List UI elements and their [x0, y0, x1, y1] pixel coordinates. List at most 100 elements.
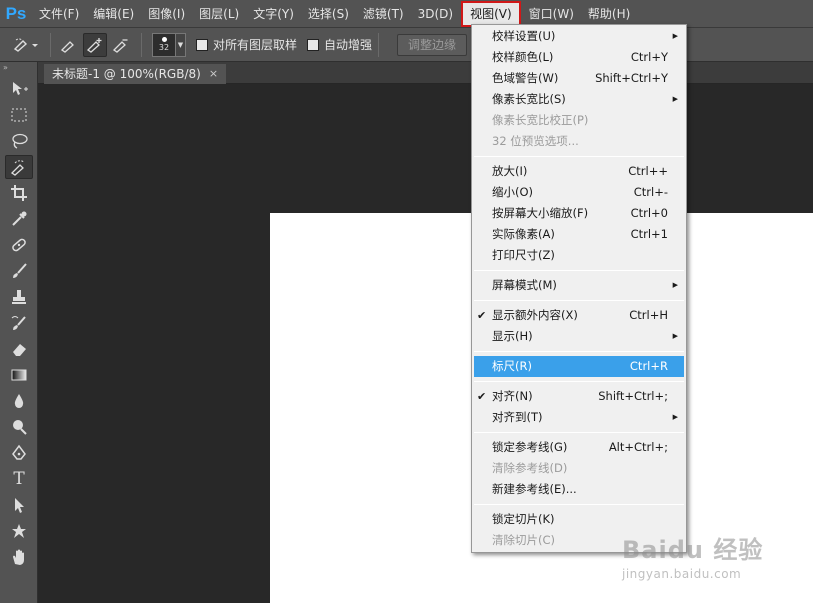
shape-tool[interactable]	[0, 518, 38, 544]
marquee-icon	[11, 108, 27, 122]
menu-item-label: 像素长宽比(S)	[492, 92, 566, 106]
menu-item-label: 对齐(N)	[492, 389, 533, 403]
menu-item-shortcut: Ctrl+R	[629, 359, 668, 373]
menu-item-label: 锁定参考线(G)	[492, 440, 568, 454]
panel-collapse-icon[interactable]: »	[0, 62, 37, 76]
menu-item-label: 校样设置(U)	[492, 29, 556, 43]
sample-all-layers-checkbox[interactable]: 对所有图层取样	[196, 36, 297, 53]
photoshop-logo: Ps	[5, 3, 27, 23]
pen-tool[interactable]	[0, 440, 38, 466]
marquee-tool[interactable]	[0, 102, 38, 128]
refine-edge-button[interactable]: 调整边缘	[397, 33, 468, 56]
crop-tool[interactable]	[0, 180, 38, 206]
view-menu-item[interactable]: 放大(I) Ctrl++	[472, 161, 686, 182]
view-menu-item[interactable]: 显示(H) ▶	[472, 326, 686, 347]
view-menu-item[interactable]: 像素长宽比(S) ▶	[472, 89, 686, 110]
menu-item[interactable]: 编辑(E)	[86, 3, 141, 25]
tool-preset-picker[interactable]	[8, 32, 44, 58]
menu-bar: Ps 文件(F) 编辑(E) 图像(I) 图层(L) 文字(Y) 选择(S) 滤镜(T) 3D…	[0, 0, 813, 28]
dodge-tool[interactable]	[0, 414, 38, 440]
menu-item-label: 按屏幕大小缩放(F)	[492, 206, 589, 220]
eraser-tool[interactable]	[0, 336, 38, 362]
menu-item-label: 实际像素(A)	[492, 227, 555, 241]
view-menu-item[interactable]: 色域警告(W) Shift+Ctrl+Y	[472, 68, 686, 89]
brush-dot-icon	[161, 37, 167, 42]
brush-tool[interactable]	[0, 258, 38, 284]
checkbox-box[interactable]	[307, 38, 320, 51]
brush-dropdown-icon[interactable]: ▼	[176, 32, 186, 57]
menu-item[interactable]: 文字(Y)	[246, 3, 301, 25]
view-menu-item[interactable]: 校样设置(U) ▶	[472, 26, 686, 47]
checkbox-box[interactable]	[196, 38, 208, 51]
menu-item-label: 色域警告(W)	[492, 71, 559, 85]
view-menu-item[interactable]: ✔ 对齐(N) Shift+Ctrl+;	[472, 386, 686, 407]
view-menu-item[interactable]: ✔ 显示额外内容(X) Ctrl+H	[472, 305, 686, 326]
healing-brush-tool[interactable]	[0, 232, 38, 258]
view-menu-item[interactable]: 新建参考线(E)...	[472, 479, 686, 500]
document-tab[interactable]: 未标题-1 @ 100%(RGB/8) ×	[44, 64, 227, 84]
view-menu-item: 像素长宽比校正(P)	[472, 110, 686, 131]
menu-item-label: 32 位预览选项...	[492, 134, 579, 148]
submenu-arrow-icon: ▶	[672, 332, 678, 340]
crop-icon	[11, 185, 27, 201]
menu-item[interactable]: 图层(L)	[192, 3, 246, 25]
menu-item-shortcut: Ctrl+H	[629, 308, 668, 322]
menu-item-label: 缩小(O)	[492, 185, 534, 199]
menu-item[interactable]: 滤镜(T)	[356, 3, 411, 25]
menu-item[interactable]: 文件(F)	[32, 3, 86, 25]
submenu-arrow-icon: ▶	[672, 281, 678, 289]
view-menu-item[interactable]: 按屏幕大小缩放(F) Ctrl+0	[472, 203, 686, 224]
menu-item[interactable]: 图像(I)	[141, 3, 192, 25]
close-icon[interactable]: ×	[209, 64, 218, 84]
quick-selection-tool[interactable]	[0, 154, 38, 180]
menu-item-label: 放大(I)	[492, 164, 528, 178]
separator	[141, 32, 142, 57]
subtract-from-selection-icon[interactable]	[109, 33, 133, 57]
type-tool[interactable]: T	[0, 466, 38, 492]
view-menu-dropdown: 校样设置(U) ▶ 校样颜色(L) Ctrl+Y 色域警告(W) Shift+Ctrl+Y…	[471, 24, 687, 553]
view-menu-item[interactable]: 校样颜色(L) Ctrl+Y	[472, 47, 686, 68]
menu-item-label: 像素长宽比校正(P)	[492, 113, 589, 127]
path-selection-tool[interactable]	[0, 492, 38, 518]
add-to-selection-icon[interactable]	[83, 32, 107, 57]
view-menu-item[interactable]: 锁定参考线(G) Alt+Ctrl+;	[472, 437, 686, 458]
gradient-icon	[11, 369, 27, 381]
document-tab-title: 未标题-1 @ 100%(RGB/8)	[52, 67, 201, 81]
new-selection-icon[interactable]	[57, 33, 81, 57]
brush-size-picker[interactable]: 32	[152, 32, 176, 57]
auto-enhance-checkbox[interactable]: 自动增强	[307, 36, 372, 53]
history-brush-tool[interactable]	[0, 310, 38, 336]
menu-item-label: 屏幕模式(M)	[492, 278, 557, 292]
gradient-tool[interactable]	[0, 362, 38, 388]
eyedropper-tool[interactable]	[0, 206, 38, 232]
blur-tool[interactable]	[0, 388, 38, 414]
lasso-tool[interactable]	[0, 128, 38, 154]
brush-size-value: 32	[158, 43, 170, 52]
menu-item[interactable]: 视图(V)	[461, 0, 521, 27]
quick-selection-icon	[10, 160, 25, 176]
view-menu-item[interactable]: 实际像素(A) Ctrl+1	[472, 224, 686, 245]
view-menu-item[interactable]: 屏幕模式(M) ▶	[472, 275, 686, 296]
menu-item[interactable]: 3D(D)	[411, 3, 460, 25]
view-menu-item[interactable]: 标尺(R) Ctrl+R	[474, 356, 684, 377]
view-menu-item[interactable]: 锁定切片(K)	[472, 509, 686, 530]
view-menu-item: 清除参考线(D)	[472, 458, 686, 479]
custom-shape-icon	[12, 524, 26, 538]
hand-tool[interactable]	[0, 544, 38, 570]
menu-item[interactable]: 窗口(W)	[522, 3, 581, 25]
clone-stamp-tool[interactable]	[0, 284, 38, 310]
menu-separator	[474, 156, 684, 157]
menu-separator	[474, 381, 684, 382]
menu-item-shortcut: Ctrl++	[628, 164, 668, 178]
menu-item-label: 锁定切片(K)	[492, 512, 555, 526]
view-menu-item[interactable]: 缩小(O) Ctrl+-	[472, 182, 686, 203]
view-menu-item[interactable]: 对齐到(T) ▶	[472, 407, 686, 428]
submenu-arrow-icon: ▶	[672, 413, 678, 421]
move-tool[interactable]	[0, 76, 38, 102]
watermark-sub: jingyan.baidu.com	[622, 567, 742, 581]
menu-item[interactable]: 帮助(H)	[581, 3, 637, 25]
view-menu-item[interactable]: 打印尺寸(Z)	[472, 245, 686, 266]
view-menu-item: 32 位预览选项...	[472, 131, 686, 152]
menu-item-label: 打印尺寸(Z)	[492, 248, 555, 262]
menu-item[interactable]: 选择(S)	[301, 3, 356, 25]
